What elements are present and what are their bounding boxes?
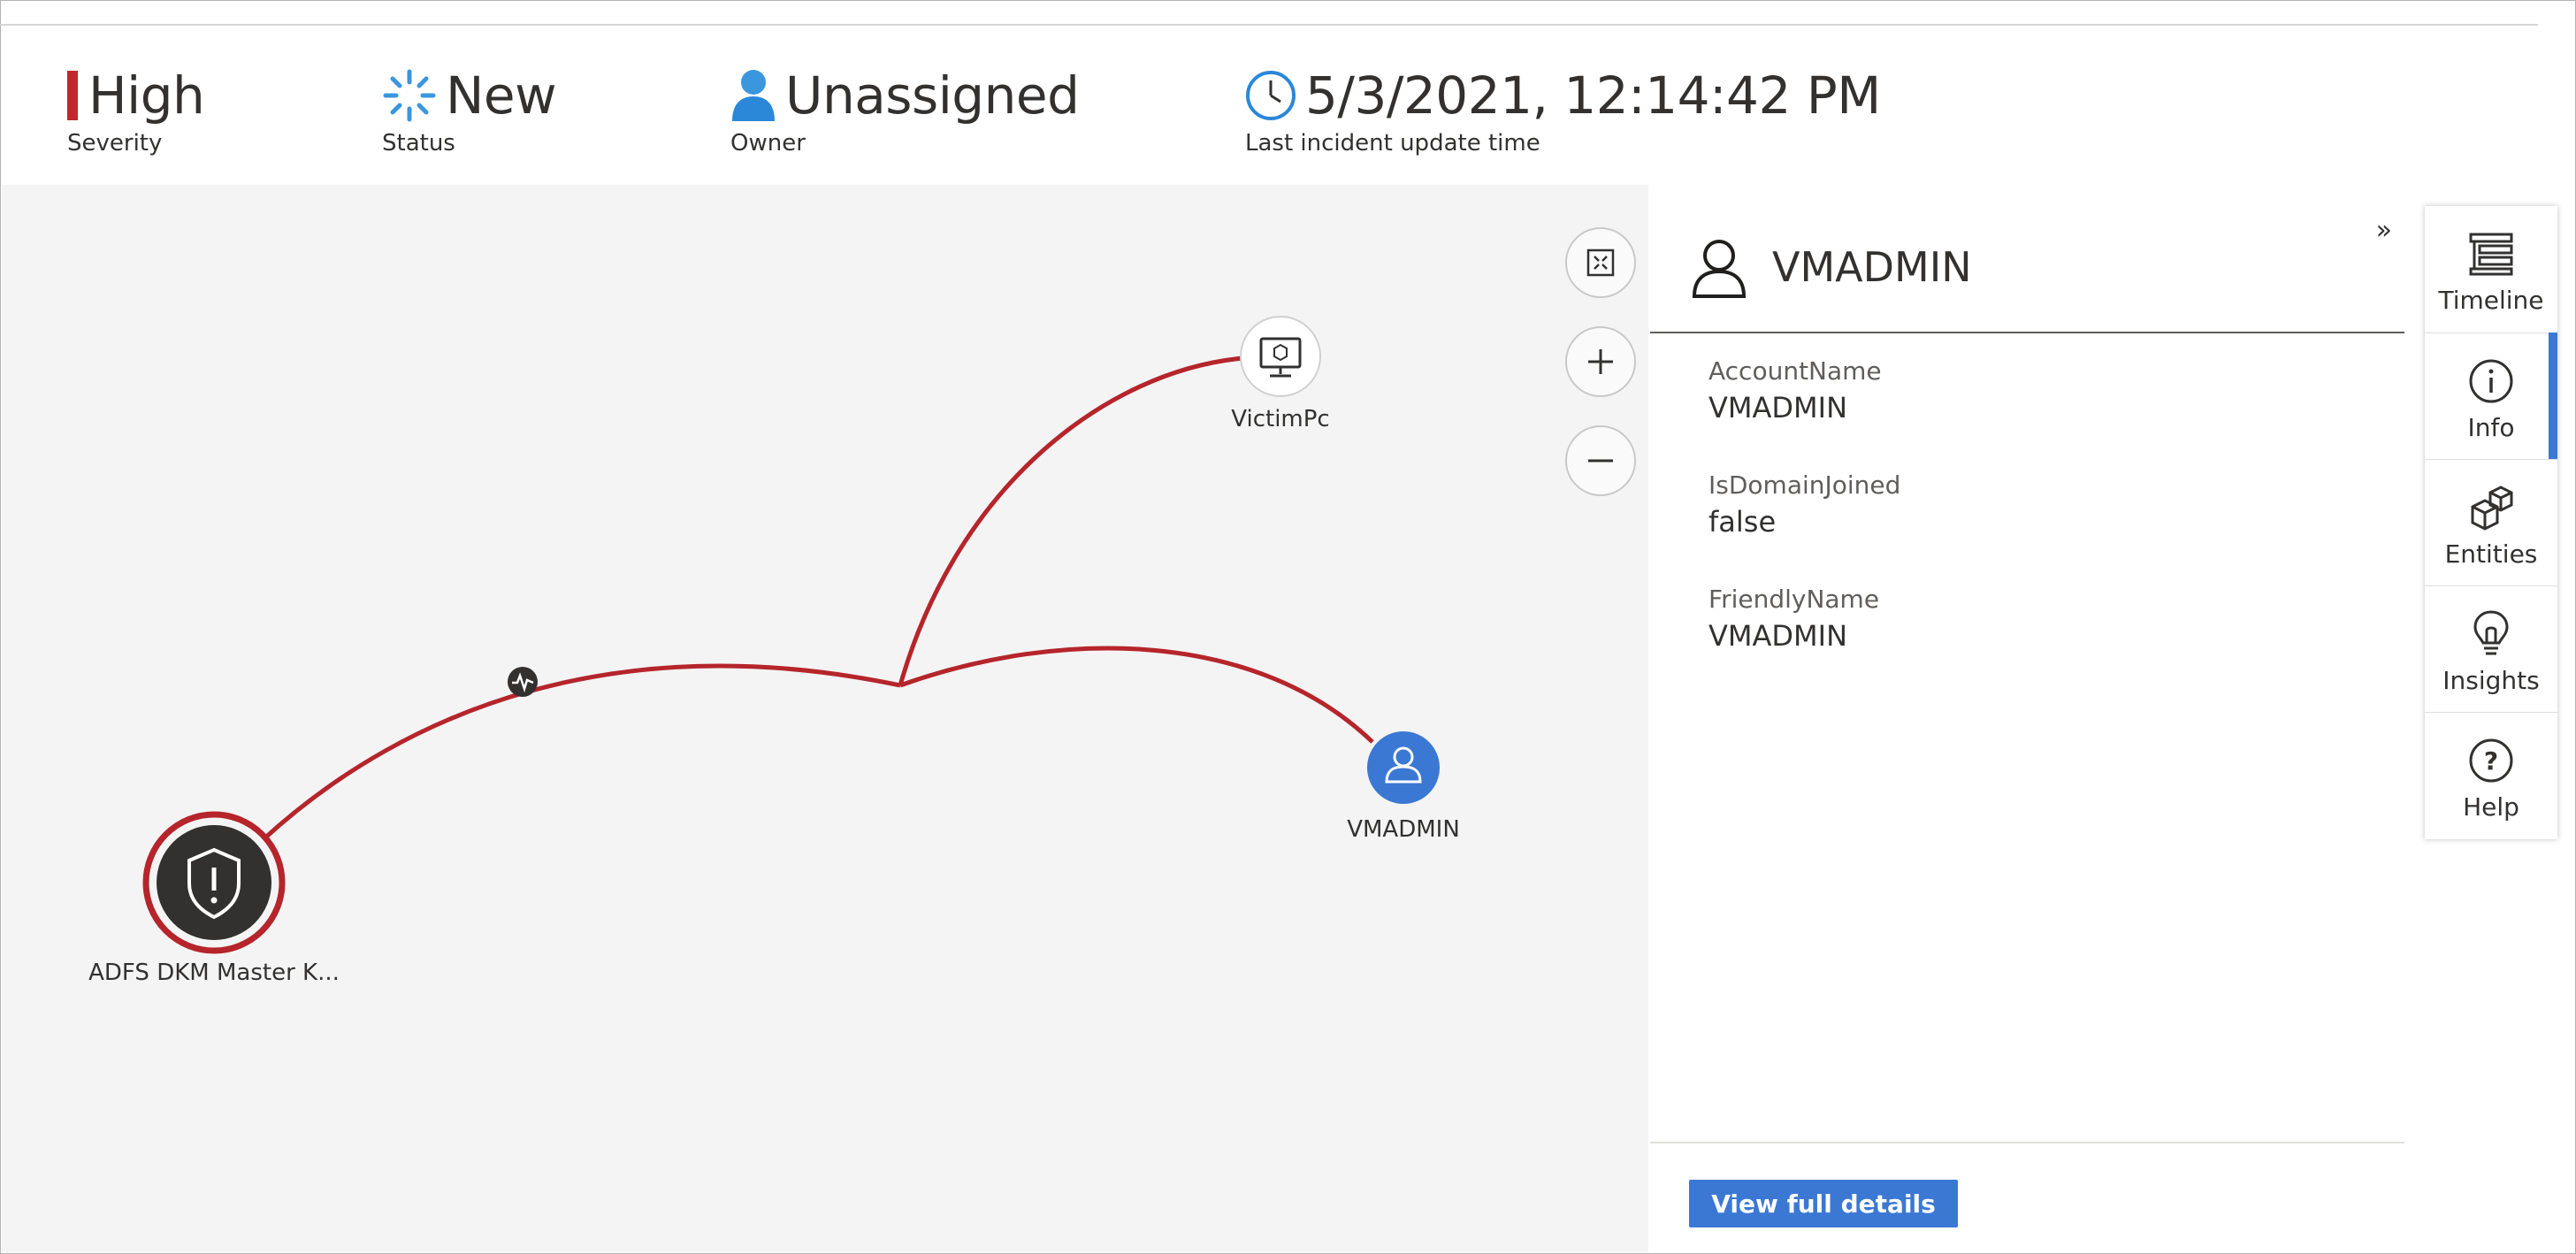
field-friendly-name: FriendlyName VMADMIN [1708,585,1879,653]
account-node[interactable] [1367,731,1440,804]
zoom-in-icon [1588,349,1613,374]
severity-value: High [88,65,205,126]
host-node[interactable] [1240,316,1321,397]
panel-footer-divider [1650,1142,2404,1143]
zoom-out-button[interactable] [1565,425,1636,496]
rail-item-info[interactable]: Info [2425,333,2557,460]
edge-hub-to-victimpc [898,356,1244,686]
clock-icon [1245,70,1296,121]
svg-text:?: ? [2484,746,2498,776]
fit-to-screen-button[interactable] [1565,227,1636,298]
timeline-icon [2467,229,2515,279]
last-update-value: 5/3/2021, 12:14:42 PM [1305,65,1881,126]
account-node-label[interactable]: VMADMIN [1347,816,1460,843]
field-is-domain-joined: IsDomainJoined false [1708,470,1900,539]
collapse-panel-icon[interactable]: » [2376,215,2392,246]
lightbulb-icon [2472,609,2511,659]
edge-hub-to-vmadmin [899,646,1374,744]
owner-label: Owner [730,130,806,157]
severity-label: Severity [67,130,163,157]
view-full-details-button[interactable]: View full details [1689,1180,1958,1227]
field-label: IsDomainJoined [1708,470,1901,500]
field-label: AccountName [1708,356,1882,386]
panel-title: VMADMIN [1772,243,1972,291]
zoom-in-button[interactable] [1565,326,1636,397]
entities-icon [2467,483,2515,532]
active-tab-indicator [2549,333,2557,459]
pulse-icon[interactable] [508,667,538,697]
field-value: false [1708,505,1777,539]
investigation-graph[interactable]: ADFS DKM Master K... VictimPc VMADMIN [2,185,1648,1252]
right-rail: Timeline Info Entities Insights ? Help [2425,206,2557,839]
severity-summary: High Severity [67,62,205,157]
user-icon [1691,238,1747,303]
rail-item-insights[interactable]: Insights [2425,585,2557,713]
person-icon [730,68,776,123]
top-divider [0,24,2538,26]
graph-svg [142,316,1440,954]
zoom-out-icon [1588,459,1613,463]
rail-label: Help [2463,792,2519,822]
rail-label: Insights [2442,666,2540,695]
fit-to-screen-icon [1586,249,1615,277]
status-value: New [446,65,557,126]
rail-item-help[interactable]: ? Help [2425,712,2557,839]
panel-header: VMADMIN [1650,206,2404,333]
rail-label: Entities [2444,539,2538,569]
rail-label: Timeline [2438,286,2544,315]
rail-item-entities[interactable]: Entities [2425,459,2557,586]
last-update-label: Last incident update time [1245,130,1540,157]
help-icon: ? [2468,736,2514,785]
field-value: VMADMIN [1708,391,1848,424]
host-node-label[interactable]: VictimPc [1231,406,1329,432]
alert-node[interactable] [142,811,286,954]
entity-details-panel: VMADMIN » AccountName VMADMIN IsDomainJo… [1650,206,2404,1252]
spinner-icon [382,68,437,123]
field-value: VMADMIN [1708,619,1848,653]
rail-label: Info [2467,413,2515,442]
field-account-name: AccountName VMADMIN [1708,356,1882,424]
owner-value: Unassigned [785,65,1080,126]
rail-item-timeline[interactable]: Timeline [2425,206,2557,333]
severity-bar [67,71,78,120]
info-icon [2468,356,2514,406]
last-update-summary: 5/3/2021, 12:14:42 PM Last incident upda… [1245,62,1881,157]
owner-summary: Unassigned Owner [730,62,1080,157]
alert-node-label[interactable]: ADFS DKM Master K... [88,960,340,986]
status-summary: New Status [382,62,557,157]
edge-alert-to-hub [262,663,901,841]
field-label: FriendlyName [1708,585,1880,614]
status-label: Status [382,130,455,157]
